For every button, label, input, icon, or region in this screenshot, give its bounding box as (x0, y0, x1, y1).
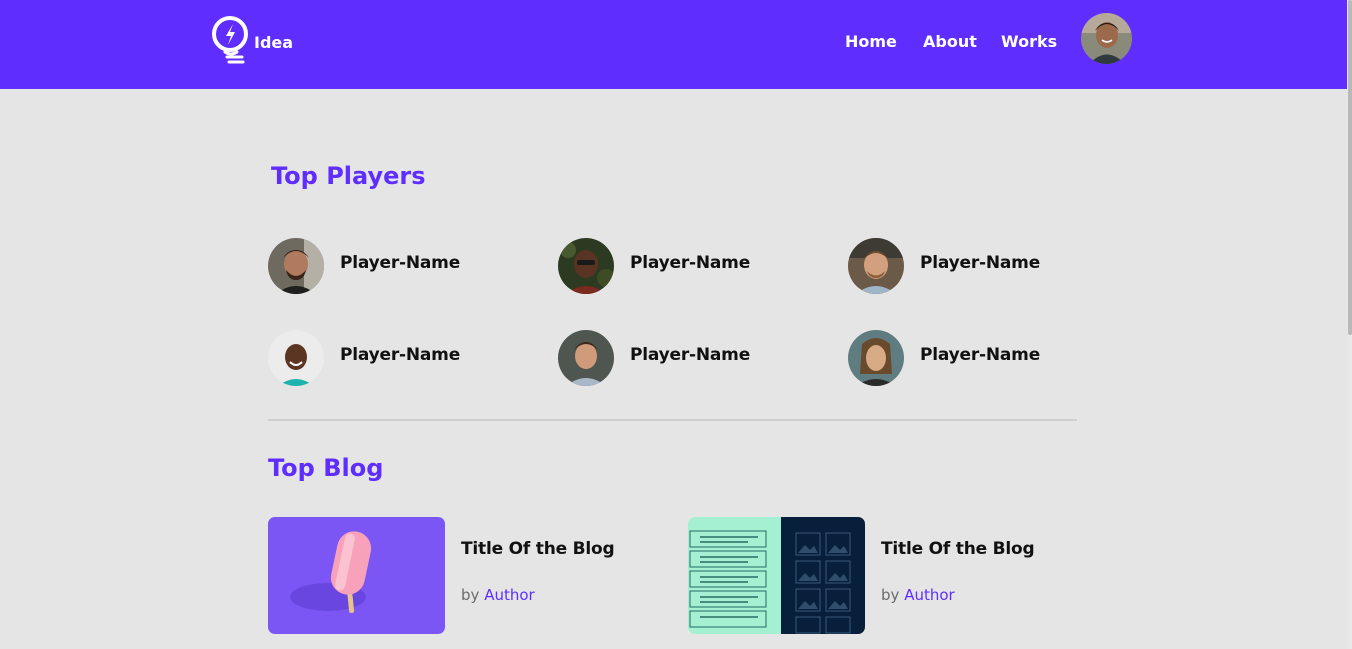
blog-title[interactable]: Title Of the Blog (461, 539, 615, 559)
player-name: Player-Name (630, 345, 751, 365)
top-players-heading: Top Players (271, 162, 426, 190)
player-name: Player-Name (920, 253, 1041, 273)
user-avatar[interactable] (1081, 13, 1132, 64)
player-name: Player-Name (920, 345, 1041, 365)
player-card[interactable]: Player-Name (268, 238, 508, 294)
player-avatar-icon (268, 238, 324, 294)
blog-title[interactable]: Title Of the Blog (881, 539, 1035, 559)
nav-works-link[interactable]: Works (1001, 32, 1057, 51)
player-card[interactable]: Player-Name (268, 330, 508, 386)
blog-author-link[interactable]: Author (484, 586, 535, 604)
player-name: Player-Name (340, 345, 461, 365)
page-scrollbar[interactable] (1347, 0, 1352, 649)
player-name: Player-Name (340, 253, 461, 273)
logo[interactable]: Idea (211, 14, 301, 68)
top-blog-heading: Top Blog (268, 454, 384, 482)
scrollbar-thumb[interactable] (1348, 0, 1352, 335)
blog-card[interactable]: Title Of the Blog by Author (268, 517, 648, 635)
player-card[interactable]: Player-Name (848, 330, 1088, 386)
player-card[interactable]: Player-Name (558, 330, 798, 386)
player-card[interactable]: Player-Name (558, 238, 798, 294)
top-navbar: Idea Home About Works (0, 0, 1347, 89)
lightbulb-icon (212, 16, 248, 64)
section-divider (268, 419, 1077, 421)
player-name: Player-Name (630, 253, 751, 273)
layout-wireframe-illustration-icon (688, 517, 865, 634)
player-avatar-icon (848, 330, 904, 386)
blog-byline: by Author (461, 586, 535, 604)
player-card[interactable]: Player-Name (848, 238, 1088, 294)
logo-text: Idea (254, 33, 294, 52)
blog-card[interactable]: Title Of the Blog by Author (688, 517, 1068, 635)
blog-by-label: by (881, 586, 900, 604)
nav-about-link[interactable]: About (923, 32, 977, 51)
player-avatar-icon (848, 238, 904, 294)
player-avatar-icon (558, 238, 614, 294)
blog-author-link[interactable]: Author (904, 586, 955, 604)
player-avatar-icon (558, 330, 614, 386)
blog-by-label: by (461, 586, 480, 604)
blog-byline: by Author (881, 586, 955, 604)
nav-home-link[interactable]: Home (845, 32, 897, 51)
popsicle-illustration-icon (268, 517, 445, 634)
player-avatar-icon (268, 330, 324, 386)
